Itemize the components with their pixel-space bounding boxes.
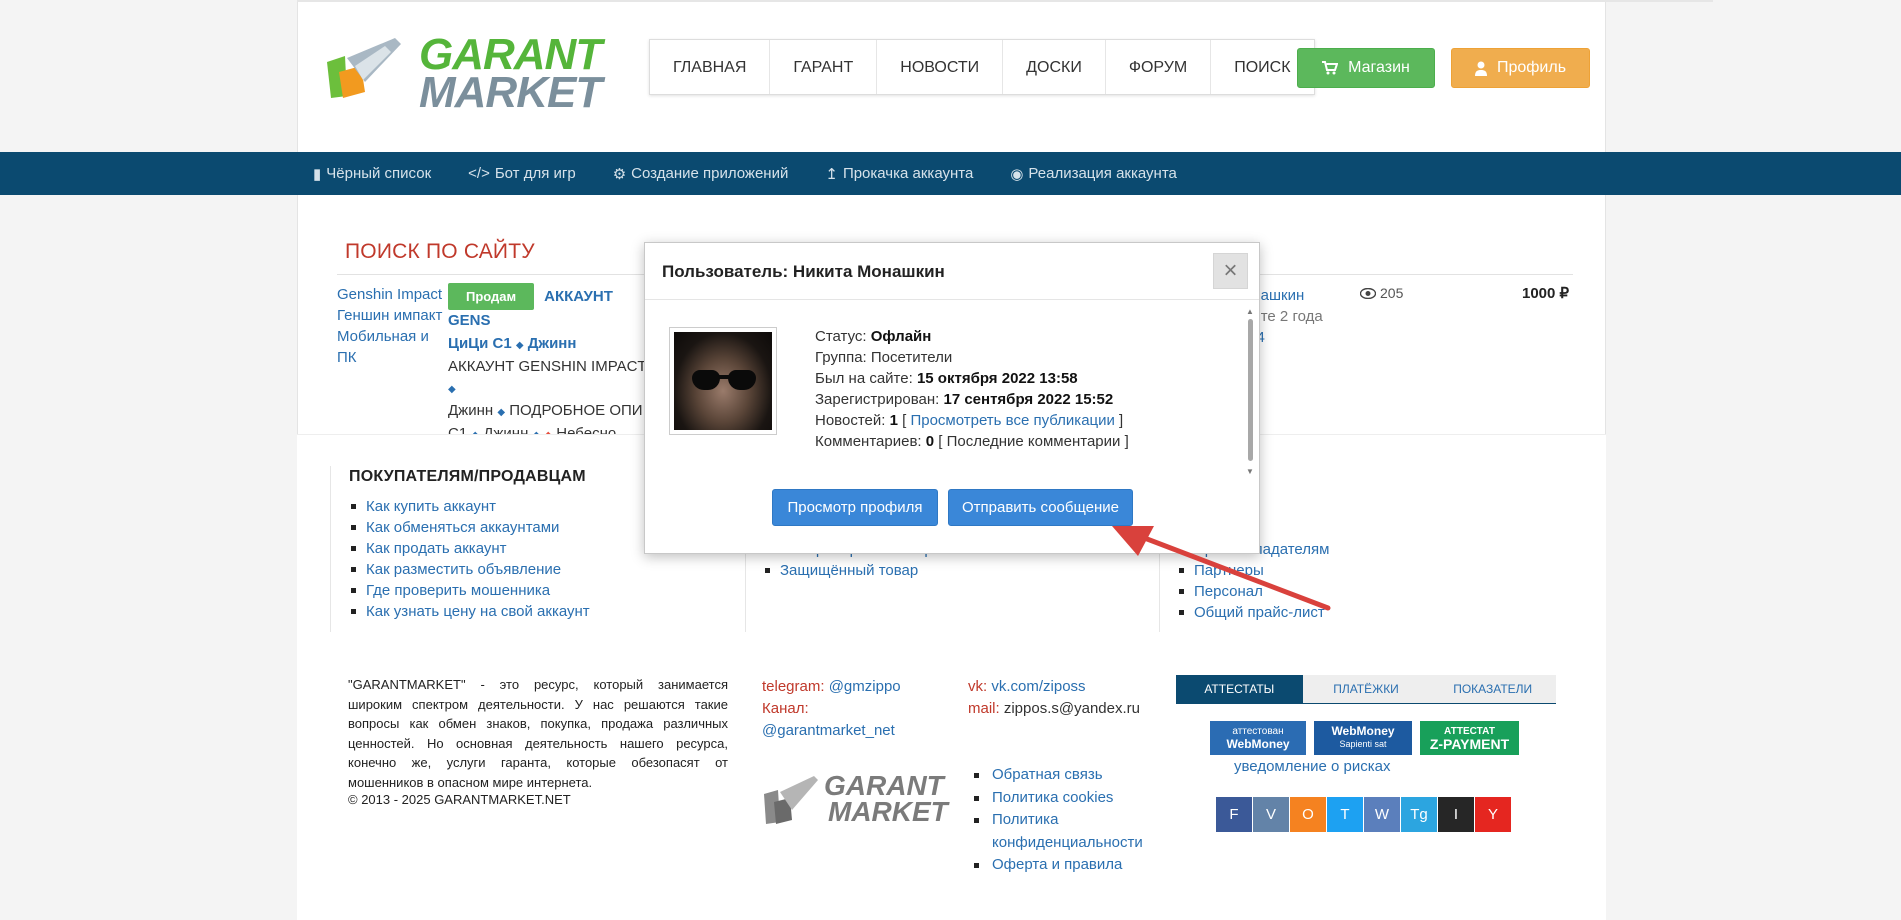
- user-modal: Пользователь: Никита Монашкин × Статус: …: [644, 242, 1260, 554]
- group-label: Группа:: [815, 349, 867, 366]
- avatar-image: [674, 332, 772, 430]
- news-value: 1: [889, 412, 898, 429]
- last-comments-link[interactable]: Последние комментарии: [947, 433, 1121, 450]
- send-message-button[interactable]: Отправить сообщение: [948, 489, 1133, 526]
- modal-scrollbar[interactable]: ▲ ▼: [1246, 307, 1255, 477]
- news-label: Новостей:: [815, 412, 886, 429]
- scroll-thumb[interactable]: [1248, 319, 1253, 461]
- last-visit-value: 15 октября 2022 13:58: [916, 370, 1078, 387]
- sunglasses-graphic: [692, 370, 756, 390]
- registered-value: 17 сентября 2022 15:52: [943, 391, 1114, 408]
- comments-value: 0: [925, 433, 935, 450]
- user-info: Статус: Офлайн Группа: Посетители Был на…: [815, 328, 1129, 450]
- group-value: Посетители: [870, 349, 953, 366]
- registered-label: Зарегистрирован:: [815, 391, 940, 408]
- status-label: Статус:: [815, 328, 867, 345]
- view-profile-button[interactable]: Просмотр профиля: [772, 489, 938, 526]
- close-icon[interactable]: ×: [1213, 253, 1248, 289]
- status-value: Офлайн: [870, 328, 932, 345]
- modal-title: Пользователь: Никита Монашкин: [662, 262, 945, 281]
- last-visit-label: Был на сайте:: [815, 370, 913, 387]
- annotation-arrow-icon: [1112, 526, 1331, 611]
- scroll-down-icon[interactable]: ▼: [1246, 467, 1254, 476]
- scroll-up-icon[interactable]: ▲: [1246, 307, 1254, 316]
- modal-header: Пользователь: Никита Монашкин ×: [645, 243, 1259, 300]
- avatar: [669, 327, 777, 435]
- comments-label: Комментариев:: [815, 433, 922, 450]
- all-publications-link[interactable]: Просмотреть все публикации: [910, 412, 1114, 429]
